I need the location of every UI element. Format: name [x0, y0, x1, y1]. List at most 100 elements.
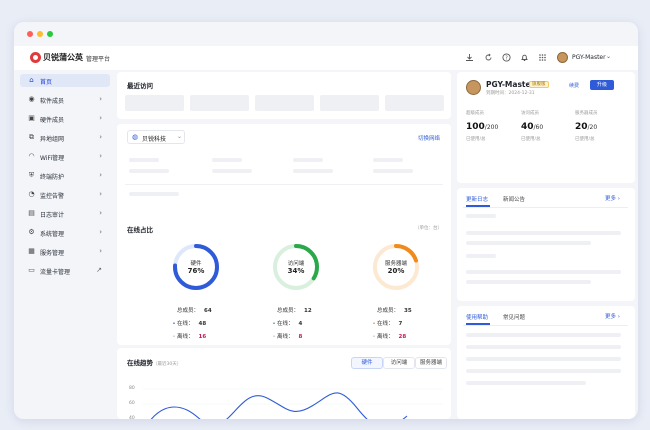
device-icon: ▣ — [28, 114, 35, 122]
svg-text:?: ? — [505, 55, 508, 61]
news-card: 更新日志 新闻公告 更多 › — [457, 188, 635, 301]
quota-value: 40/60 — [521, 122, 543, 132]
logo-icon — [30, 52, 41, 63]
app-window: 贝锐蒲公英 管理平台 ? PGY-Master ⌄ ⌂ 首页 ◉ 软件成员 › ▣ 硬件成员… — [14, 22, 638, 419]
minimize-window-button[interactable] — [37, 31, 43, 37]
stat-online: •在线： 4 — [271, 319, 302, 327]
profile-card: PGY-Master 旗舰版 到期时间：2024-12-31 续费 升级 超级成… — [457, 72, 635, 183]
placeholder-line — [466, 214, 496, 218]
chevron-right-icon: › — [99, 190, 102, 198]
stat-label: 在线： — [277, 321, 294, 327]
quota-used-count: 40 — [521, 122, 534, 132]
ring-group: 硬件 76% 总成员： 64 •在线： 48 •离线： 16 访问端 34% 总成员： 12 •在线： 4… — [117, 224, 451, 340]
sidebar-item[interactable]: ▭ 流量卡管理 ↗ — [20, 264, 110, 277]
tab-faq[interactable]: 常见问题 — [503, 313, 525, 321]
chevron-down-icon[interactable]: ⌄ — [606, 53, 611, 60]
more-link[interactable]: 更多 › — [605, 194, 620, 202]
placeholder-line — [466, 231, 621, 235]
chevron-right-icon: › — [99, 95, 102, 103]
stat-value: 12 — [304, 308, 312, 314]
alarm-icon: ◔ — [28, 190, 35, 198]
stat-label: 离线： — [377, 334, 394, 340]
more-link[interactable]: 更多 › — [605, 312, 620, 320]
chevron-right-icon: › — [99, 152, 102, 160]
chevron-right-icon: › — [99, 247, 102, 255]
ring-name: 硬件 — [190, 261, 202, 267]
quota-value: 100/200 — [466, 122, 498, 132]
sidebar-item[interactable]: ⌂ 首页 — [20, 74, 110, 87]
stat-value: 7 — [398, 321, 403, 327]
stat-online: •在线： 48 — [171, 319, 206, 327]
recent-item[interactable] — [385, 95, 444, 111]
stat-value: 28 — [398, 334, 407, 340]
sidebar-item-label: 流量卡管理 — [40, 269, 71, 276]
stat-value: 35 — [404, 308, 412, 314]
help-icon[interactable]: ? — [502, 53, 511, 62]
recent-item[interactable] — [255, 95, 314, 111]
tab-changelog[interactable]: 更新日志 — [466, 195, 488, 203]
divider — [463, 207, 628, 208]
company-select[interactable]: ◍ 贝锐科技 ⌄ — [127, 130, 185, 144]
sidebar-item[interactable]: ▤ 日志审计 › — [20, 207, 110, 220]
divider — [463, 325, 628, 326]
stat-value: 16 — [198, 334, 207, 340]
upgrade-button[interactable]: 升级 — [590, 80, 614, 90]
placeholder-line — [373, 169, 413, 173]
switch-network-link[interactable]: 切换网络 — [418, 134, 440, 142]
tab-usage-help[interactable]: 使用帮助 — [466, 313, 488, 321]
online-ring: 服务器端 20% — [371, 242, 421, 292]
quota-used-count: 100 — [466, 122, 485, 132]
quota-note: 已使用/总 — [521, 137, 541, 142]
tab-announcements[interactable]: 新闻公告 — [503, 195, 525, 203]
sidebar-item[interactable]: ◉ 软件成员 › — [20, 93, 110, 106]
avatar — [466, 80, 481, 95]
expire-date: 到期时间：2024-12-31 — [486, 91, 535, 96]
ring-name: 服务器端 — [384, 261, 407, 267]
recent-item[interactable] — [320, 95, 379, 111]
recent-item[interactable] — [125, 95, 184, 111]
network-card: ◍ 贝锐科技 ⌄ 切换网络 — [117, 124, 451, 206]
sidebar-item-label: 系统管理 — [40, 231, 65, 238]
bell-icon[interactable] — [520, 53, 529, 62]
sidebar-item-label: WiFi管理 — [40, 155, 65, 162]
placeholder-line — [466, 241, 591, 245]
title-bar — [14, 22, 638, 46]
avatar[interactable] — [557, 52, 568, 63]
network-icon: ⧉ — [29, 133, 34, 141]
sidebar-item[interactable]: ◔ 监控告警 › — [20, 188, 110, 201]
sidebar-item[interactable]: ⚙ 系统管理 › — [20, 226, 110, 239]
renew-link[interactable]: 续费 — [569, 82, 579, 89]
stat-total: 总成员： 64 — [171, 306, 212, 314]
sidebar-item-label: 异地组网 — [40, 136, 65, 143]
sidebar-item[interactable]: ⧉ 异地组网 › — [20, 131, 110, 144]
close-window-button[interactable] — [27, 31, 33, 37]
stat-value: 4 — [298, 321, 303, 327]
maximize-window-button[interactable] — [47, 31, 53, 37]
recent-item[interactable] — [190, 95, 249, 111]
download-icon[interactable] — [465, 53, 474, 62]
quota-used-count: 20 — [575, 122, 588, 132]
placeholder-line — [293, 158, 323, 162]
placeholder-line — [466, 270, 621, 274]
wifi-icon: ◠ — [28, 152, 35, 160]
logo-text: 贝锐蒲公英 — [43, 53, 83, 62]
quota-total: /20 — [587, 124, 598, 131]
external-link-icon: ↗ — [96, 266, 102, 274]
sidebar-item[interactable]: ▦ 服务管理 › — [20, 245, 110, 258]
refresh-icon[interactable] — [484, 53, 493, 62]
company-name: 贝锐科技 — [142, 136, 167, 143]
stat-offline: •离线： 8 — [271, 332, 302, 340]
placeholder-line — [466, 357, 621, 361]
placeholder-line — [466, 345, 621, 349]
grid-icon[interactable] — [538, 53, 547, 62]
ring-percent: 20% — [387, 267, 405, 275]
user-name[interactable]: PGY-Master — [572, 54, 606, 61]
ring-percent: 34% — [287, 267, 305, 275]
stat-label: 离线： — [277, 334, 294, 340]
sidebar-item[interactable]: ◠ WiFi管理 › — [20, 150, 110, 163]
quota-label: 服务器成员 — [575, 111, 598, 116]
sidebar-item[interactable]: ⛨ 终端防护 › — [20, 169, 110, 182]
sidebar-item[interactable]: ▣ 硬件成员 › — [20, 112, 110, 125]
stat-label: 总成员： — [277, 308, 300, 314]
service-icon: ▦ — [28, 247, 35, 255]
